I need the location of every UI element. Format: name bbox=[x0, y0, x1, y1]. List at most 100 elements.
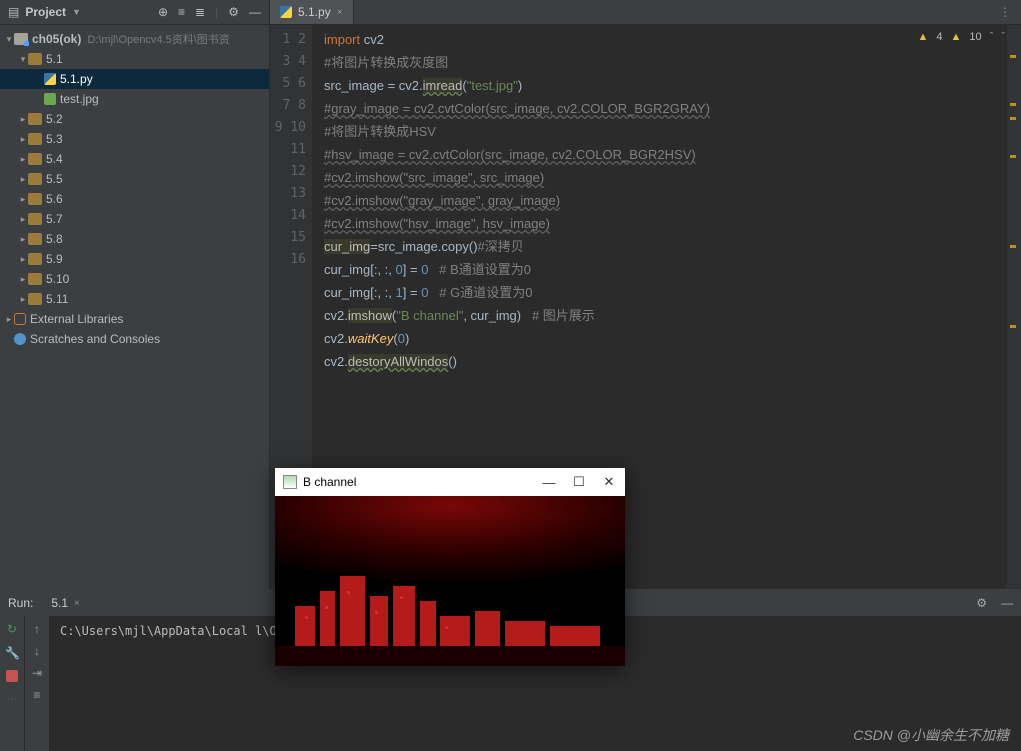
softwrap-icon[interactable]: ⇥ bbox=[30, 666, 44, 680]
chevron-right-icon[interactable]: ▸ bbox=[18, 174, 28, 185]
folder-icon bbox=[28, 153, 42, 165]
code-func: imshow bbox=[348, 308, 392, 323]
tree-folder[interactable]: ▸ 5.10 bbox=[0, 269, 269, 289]
chevron-right-icon[interactable]: ▸ bbox=[18, 114, 28, 125]
code-text: cur_img bbox=[324, 239, 370, 254]
wrench-icon[interactable]: 🔧 bbox=[5, 646, 19, 660]
stop-icon[interactable] bbox=[6, 670, 18, 682]
code-text: ] = bbox=[403, 262, 421, 277]
chevron-right-icon[interactable]: ▸ bbox=[18, 294, 28, 305]
close-run-tab-icon[interactable]: × bbox=[74, 598, 80, 609]
chevron-right-icon[interactable]: ▸ bbox=[18, 154, 28, 165]
rerun-icon[interactable]: ↻ bbox=[5, 622, 19, 636]
folder-label: 5.10 bbox=[46, 272, 69, 286]
opencv-window[interactable]: B channel — ☐ ✕ bbox=[275, 468, 625, 666]
chevron-up-icon[interactable]: ˆ bbox=[990, 31, 994, 43]
code-text: ) bbox=[405, 331, 409, 346]
code-comment: #将图片转换成灰度图 bbox=[324, 55, 448, 70]
project-icon: ▤ bbox=[8, 5, 19, 19]
code-comment: #cv2.imshow("src_image", src_image) bbox=[324, 170, 544, 185]
chevron-down-icon[interactable]: ▾ bbox=[4, 34, 14, 45]
toolbar-icons: ⊕ ≡ ≣ | ⚙ — bbox=[158, 5, 261, 19]
chevron-down-icon[interactable]: ˇ bbox=[1001, 31, 1005, 43]
code-func: destoryAllWindos bbox=[348, 354, 448, 369]
code-text: cv2. bbox=[324, 354, 348, 369]
window-title: B channel bbox=[303, 475, 527, 489]
tree-folder[interactable]: ▸5.11 bbox=[0, 289, 269, 309]
tree-root[interactable]: ▾ ch05(ok) D:\mjl\Opencv4.5资料\图书资 bbox=[0, 29, 269, 49]
tree-folder[interactable]: ▸5.8 bbox=[0, 229, 269, 249]
tree-folder[interactable]: ▸5.4 bbox=[0, 149, 269, 169]
project-label: Project bbox=[25, 5, 66, 19]
chevron-right-icon[interactable]: ▸ bbox=[4, 314, 14, 325]
python-file-icon bbox=[280, 6, 292, 18]
opencv-image-canvas bbox=[275, 496, 625, 666]
dropdown-icon[interactable]: ▼ bbox=[72, 7, 81, 17]
tree-scratches[interactable]: Scratches and Consoles bbox=[0, 329, 269, 349]
folder-icon bbox=[28, 253, 42, 265]
warning-count: 10 bbox=[969, 31, 981, 43]
folder-icon bbox=[28, 233, 42, 245]
tab-5-1-py[interactable]: 5.1.py × bbox=[270, 0, 354, 24]
folder-icon bbox=[28, 113, 42, 125]
run-label: Run: bbox=[8, 596, 33, 610]
tree-folder[interactable]: ▸ 5.9 bbox=[0, 249, 269, 269]
kebab-menu-icon[interactable]: ⋮ bbox=[989, 5, 1021, 19]
marker-bar[interactable] bbox=[1007, 25, 1021, 589]
maximize-icon[interactable]: ☐ bbox=[571, 474, 587, 490]
run-script[interactable]: 5.1 bbox=[51, 596, 68, 610]
folder-label: 5.9 bbox=[46, 252, 63, 266]
chevron-right-icon[interactable]: ▸ bbox=[18, 274, 28, 285]
chevron-down-icon[interactable]: ▾ bbox=[18, 54, 28, 65]
python-file-icon bbox=[44, 73, 56, 85]
close-tab-icon[interactable]: × bbox=[337, 7, 343, 18]
code-str: "test.jpg" bbox=[467, 78, 518, 93]
tree-external-libraries[interactable]: ▸ External Libraries bbox=[0, 309, 269, 329]
tree-folder[interactable]: ▸5.2 bbox=[0, 109, 269, 129]
project-tree: ▾ ch05(ok) D:\mjl\Opencv4.5资料\图书资 ▾ 5.1 … bbox=[0, 25, 269, 353]
code-text: =src_image.copy() bbox=[370, 239, 477, 254]
warning-a-icon: ▲ bbox=[918, 31, 929, 43]
folder-icon bbox=[28, 193, 42, 205]
chevron-right-icon[interactable]: ▸ bbox=[18, 234, 28, 245]
file-label: test.jpg bbox=[60, 92, 99, 106]
chevron-right-icon[interactable]: ▸ bbox=[18, 214, 28, 225]
code-text: cv2. bbox=[324, 308, 348, 323]
project-folder-icon bbox=[14, 33, 28, 45]
library-icon bbox=[14, 313, 26, 325]
tree-file-test-jpg[interactable]: test.jpg bbox=[0, 89, 269, 109]
folder-label: 5.5 bbox=[46, 172, 63, 186]
expand-icon[interactable]: ≣ bbox=[195, 5, 205, 19]
folder-icon bbox=[28, 293, 42, 305]
gear-icon[interactable]: ⚙ bbox=[228, 5, 239, 19]
minimize-icon[interactable]: — bbox=[541, 475, 557, 490]
inspection-bar[interactable]: ▲4 ▲10 ˆ ˇ bbox=[918, 31, 1006, 43]
collapse-icon[interactable]: ≡ bbox=[178, 5, 185, 19]
code-comment: #深拷贝 bbox=[478, 239, 524, 254]
tree-folder[interactable]: ▸5.3 bbox=[0, 129, 269, 149]
close-icon[interactable]: ✕ bbox=[601, 474, 617, 490]
tree-file-5-1-py[interactable]: 5.1.py bbox=[0, 69, 269, 89]
project-sidebar: ▾ ch05(ok) D:\mjl\Opencv4.5资料\图书资 ▾ 5.1 … bbox=[0, 25, 270, 589]
code-func: waitKey bbox=[348, 331, 394, 346]
chevron-right-icon[interactable]: ▸ bbox=[18, 254, 28, 265]
scroll-icon[interactable]: ≡ bbox=[30, 688, 44, 702]
gear-icon[interactable]: ⚙ bbox=[976, 596, 987, 610]
ext-lib-label: External Libraries bbox=[30, 312, 123, 326]
opencv-window-titlebar[interactable]: B channel — ☐ ✕ bbox=[275, 468, 625, 496]
code-comment: # G通道设置为0 bbox=[428, 285, 532, 300]
tree-folder[interactable]: ▸ 5.5 bbox=[0, 169, 269, 189]
folder-icon bbox=[28, 133, 42, 145]
tree-folder[interactable]: ▸5.6 bbox=[0, 189, 269, 209]
hide-icon[interactable]: — bbox=[1001, 596, 1013, 610]
chevron-right-icon[interactable]: ▸ bbox=[18, 194, 28, 205]
tree-folder-5-1[interactable]: ▾ 5.1 bbox=[0, 49, 269, 69]
tree-folder[interactable]: ▸5.7 bbox=[0, 209, 269, 229]
code-comment: # 图片展示 bbox=[532, 308, 595, 323]
chevron-right-icon[interactable]: ▸ bbox=[18, 134, 28, 145]
hide-icon[interactable]: — bbox=[249, 5, 261, 19]
up-icon[interactable]: ↑ bbox=[30, 622, 44, 636]
down-icon[interactable]: ↓ bbox=[30, 644, 44, 658]
target-icon[interactable]: ⊕ bbox=[158, 5, 168, 19]
code-comment: #hsv_image = cv2.cvtColor(src_image, cv2… bbox=[324, 147, 696, 162]
